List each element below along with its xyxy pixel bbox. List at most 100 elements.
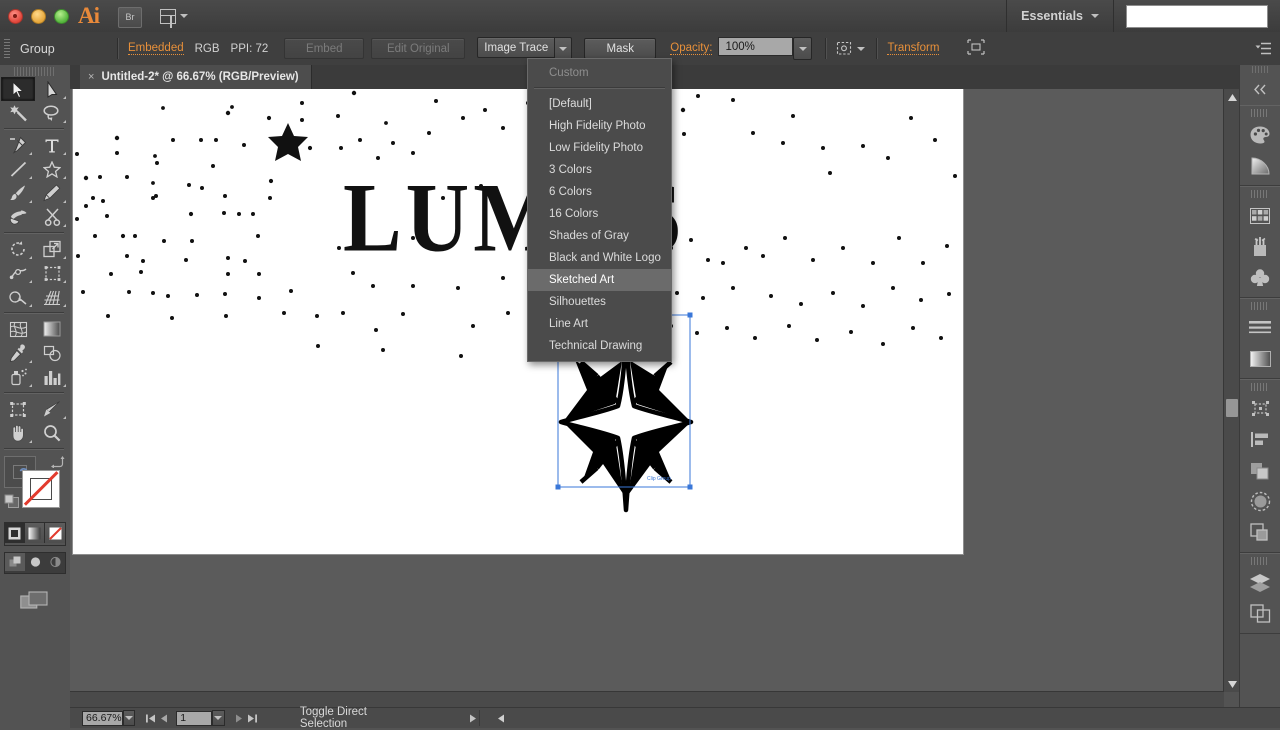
draw-behind-button[interactable]	[25, 553, 45, 571]
draw-inside-button[interactable]	[45, 553, 65, 571]
vertical-scroll-thumb[interactable]	[1226, 399, 1238, 417]
canvas-horizontal-scrollbar[interactable]	[70, 691, 1224, 708]
layers-panel-button[interactable]	[1240, 567, 1280, 598]
arrange-documents-button[interactable]	[160, 6, 188, 28]
blob-brush-tool[interactable]	[1, 205, 35, 229]
previous-artboard-button[interactable]	[157, 710, 170, 726]
align-panel-button[interactable]	[1240, 424, 1280, 455]
group-gripper[interactable]	[1251, 557, 1269, 565]
zoom-level-dropdown[interactable]	[122, 710, 135, 726]
artboards-panel-button[interactable]	[1240, 598, 1280, 629]
menu-item-sketched-art[interactable]: Sketched Art	[528, 269, 671, 291]
document-tab[interactable]: × Untitled-2* @ 66.67% (RGB/Preview)	[80, 65, 312, 89]
blend-tool[interactable]	[35, 341, 69, 365]
menu-item-silhouettes[interactable]: Silhouettes	[528, 291, 671, 313]
minimize-window-button[interactable]	[31, 9, 46, 24]
direct-selection-tool[interactable]	[35, 77, 69, 101]
bridge-button[interactable]: Br	[118, 7, 142, 28]
control-bar-gripper[interactable]	[4, 39, 10, 58]
close-window-button[interactable]	[8, 9, 23, 24]
group-gripper[interactable]	[1251, 302, 1269, 310]
swap-fill-stroke-icon[interactable]	[51, 456, 65, 468]
draw-normal-button[interactable]	[5, 553, 25, 571]
type-tool[interactable]	[35, 133, 69, 157]
maximize-window-button[interactable]	[54, 9, 69, 24]
gradient-panel-button[interactable]	[1240, 343, 1280, 374]
scroll-left-arrow[interactable]	[493, 708, 509, 728]
document-horizontal-scrollbar[interactable]	[479, 710, 1280, 726]
opacity-dropdown[interactable]	[793, 37, 813, 60]
mask-button[interactable]: Mask	[584, 38, 657, 59]
color-guide-panel-button[interactable]	[1240, 150, 1280, 181]
scale-tool[interactable]	[35, 237, 69, 261]
gradient-tool[interactable]	[35, 317, 69, 341]
artboard-number-dropdown[interactable]	[212, 710, 225, 726]
slice-tool[interactable]	[35, 397, 69, 421]
appearance-panel-button[interactable]	[1240, 517, 1280, 548]
hand-tool[interactable]	[1, 421, 35, 445]
collapse-panels-button[interactable]	[1240, 74, 1280, 105]
free-transform-tool[interactable]	[35, 261, 69, 285]
menu-item-shades-of-gray[interactable]: Shades of Gray	[528, 225, 671, 247]
embed-button[interactable]: Embed	[284, 38, 365, 59]
align-button[interactable]	[967, 39, 986, 58]
next-artboard-button[interactable]	[232, 710, 245, 726]
embedded-link[interactable]: Embedded	[128, 42, 184, 55]
menu-item-technical-drawing[interactable]: Technical Drawing	[528, 335, 671, 357]
eyedropper-tool[interactable]	[1, 341, 35, 365]
selection-tool[interactable]	[1, 77, 35, 101]
symbols-panel-button[interactable]	[1240, 262, 1280, 293]
column-graph-tool[interactable]	[35, 365, 69, 389]
edit-original-button[interactable]: Edit Original	[371, 38, 466, 59]
artboard[interactable]: LUMOS Clip Group	[73, 89, 963, 554]
opacity-label[interactable]: Opacity:	[670, 42, 713, 55]
menu-item-high-fidelity-photo[interactable]: High Fidelity Photo	[528, 115, 671, 137]
gradient-fill-button[interactable]	[25, 523, 45, 543]
pathfinder-panel-button[interactable]	[1240, 455, 1280, 486]
opacity-input[interactable]: 100%	[718, 37, 794, 56]
menu-item-low-fidelity-photo[interactable]: Low Fidelity Photo	[528, 137, 671, 159]
lasso-tool[interactable]	[35, 101, 69, 125]
menu-item-6-colors[interactable]: 6 Colors	[528, 181, 671, 203]
pen-tool[interactable]	[1, 133, 35, 157]
shape-tool[interactable]	[35, 157, 69, 181]
width-tool[interactable]	[1, 261, 35, 285]
canvas-vertical-scrollbar[interactable]	[1223, 89, 1240, 692]
image-trace-preset-menu[interactable]: Custom [Default] High Fidelity Photo Low…	[527, 58, 672, 362]
pencil-tool[interactable]	[35, 181, 69, 205]
artboard-tool[interactable]	[1, 397, 35, 421]
fill-swatch[interactable]	[22, 470, 60, 508]
tools-panel-gripper[interactable]	[14, 67, 56, 76]
image-trace-preset-dropdown[interactable]	[555, 37, 573, 60]
close-icon[interactable]: ×	[88, 71, 94, 83]
transform-link[interactable]: Transform	[887, 42, 940, 55]
status-menu-button[interactable]	[466, 710, 479, 726]
zoom-level-input[interactable]: 66.67%	[82, 710, 123, 726]
menu-item-line-art[interactable]: Line Art	[528, 313, 671, 335]
workspace-switcher[interactable]: Essentials	[1006, 0, 1114, 32]
artboard-number-input[interactable]: 1	[176, 710, 213, 726]
rotate-tool[interactable]	[1, 237, 35, 261]
control-bar-overflow[interactable]	[1255, 42, 1280, 55]
scroll-up-arrow[interactable]	[1224, 89, 1240, 105]
menu-item-3-colors[interactable]: 3 Colors	[528, 159, 671, 181]
perspective-grid-tool[interactable]	[35, 285, 69, 309]
brushes-panel-button[interactable]	[1240, 231, 1280, 262]
default-fill-stroke-icon[interactable]	[4, 494, 20, 509]
symbol-sprayer-tool[interactable]	[1, 365, 35, 389]
transparency-panel-button[interactable]	[1240, 486, 1280, 517]
select-similar-button[interactable]	[836, 41, 866, 56]
none-fill-button[interactable]	[45, 523, 65, 543]
magic-wand-tool[interactable]	[1, 101, 35, 125]
image-trace-button[interactable]: Image Trace	[477, 37, 556, 58]
search-input[interactable]	[1126, 5, 1268, 28]
last-artboard-button[interactable]	[245, 710, 258, 726]
menu-item-black-and-white-logo[interactable]: Black and White Logo	[528, 247, 671, 269]
scissors-tool[interactable]	[35, 205, 69, 229]
group-gripper[interactable]	[1251, 383, 1269, 391]
shape-builder-tool[interactable]	[1, 285, 35, 309]
scroll-down-arrow[interactable]	[1224, 676, 1240, 692]
dock-gripper[interactable]	[1240, 65, 1280, 74]
change-screen-mode-button[interactable]	[20, 590, 50, 612]
stroke-panel-button[interactable]	[1240, 312, 1280, 343]
